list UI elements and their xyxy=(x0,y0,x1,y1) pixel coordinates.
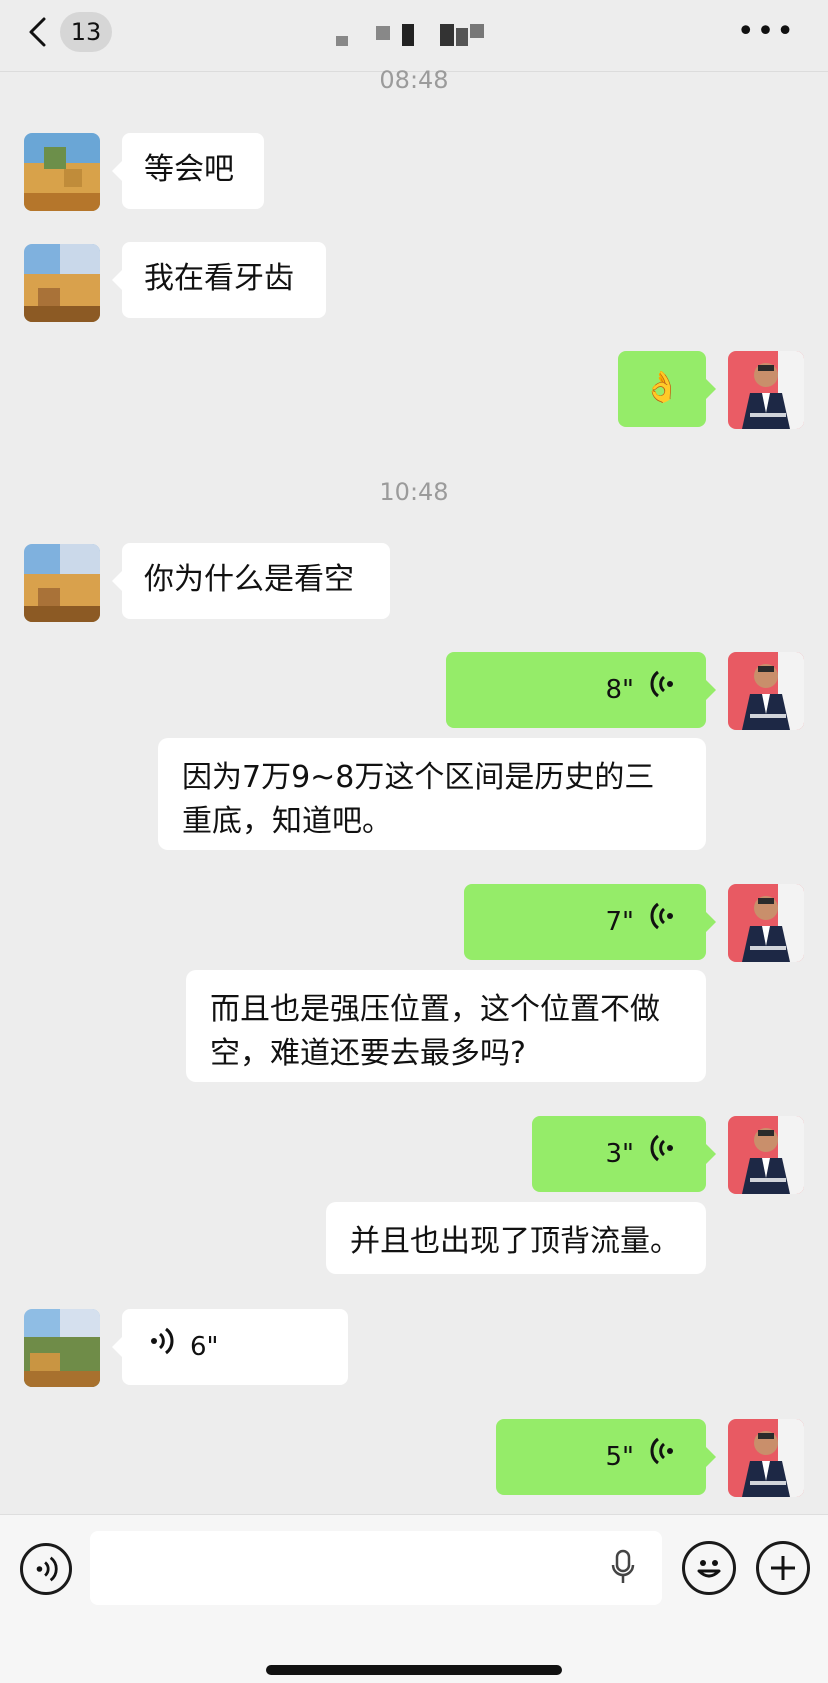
sent-voice-message[interactable]: 7" xyxy=(464,884,716,960)
voice-duration: 8" xyxy=(605,675,634,705)
received-message[interactable]: 我在看牙齿 xyxy=(112,242,326,318)
transcript-text: 因为7万9~8万这个区间是历史的三重底，知道吧。 xyxy=(182,760,655,839)
received-message[interactable]: 你为什么是看空 xyxy=(112,543,390,619)
user-avatar[interactable] xyxy=(728,1116,804,1194)
unread-count-badge[interactable]: 13 xyxy=(60,12,112,52)
plus-icon[interactable] xyxy=(756,1541,810,1595)
received-voice-message[interactable]: 6" xyxy=(112,1309,348,1385)
emoji-icon[interactable] xyxy=(682,1541,736,1595)
user-avatar[interactable] xyxy=(728,884,804,962)
sent-voice-message[interactable]: 8" xyxy=(446,652,716,728)
contact-avatar[interactable] xyxy=(24,244,100,322)
voice-duration: 3" xyxy=(605,1139,634,1169)
input-bar xyxy=(0,1514,828,1683)
received-message[interactable]: 等会吧 xyxy=(112,133,264,209)
voice-mode-icon[interactable] xyxy=(20,1543,72,1595)
voice-transcript: 并且也出现了顶背流量。 xyxy=(326,1202,706,1274)
message-text: 等会吧 xyxy=(144,152,234,187)
voice-wave-icon xyxy=(148,1326,174,1369)
message-text: 你为什么是看空 xyxy=(144,562,354,597)
contact-avatar[interactable] xyxy=(24,133,100,211)
sent-voice-message[interactable]: 5" xyxy=(496,1419,716,1495)
voice-wave-icon xyxy=(650,1436,676,1479)
message-text: 我在看牙齿 xyxy=(144,261,294,296)
user-avatar[interactable] xyxy=(728,351,804,429)
timestamp: 10:48 xyxy=(379,478,449,506)
voice-wave-icon xyxy=(650,901,676,944)
user-avatar[interactable] xyxy=(728,1419,804,1497)
transcript-text: 并且也出现了顶背流量。 xyxy=(350,1224,680,1259)
voice-duration: 5" xyxy=(605,1442,634,1472)
chat-header: 13 ••• xyxy=(0,0,828,72)
voice-wave-icon xyxy=(650,669,676,712)
voice-duration: 6" xyxy=(190,1332,219,1362)
timestamp: 08:48 xyxy=(379,66,449,94)
more-icon[interactable]: ••• xyxy=(737,17,796,47)
ok-hand-emoji: 👌 xyxy=(643,370,681,405)
microphone-icon[interactable] xyxy=(610,1549,636,1591)
message-input[interactable] xyxy=(90,1531,662,1605)
voice-wave-icon xyxy=(650,1133,676,1176)
back-chevron-icon[interactable] xyxy=(24,16,56,48)
voice-duration: 7" xyxy=(605,907,634,937)
transcript-text: 而且也是强压位置，这个位置不做空，难道还要去最多吗? xyxy=(210,992,660,1071)
sent-voice-message[interactable]: 3" xyxy=(532,1116,716,1192)
contact-avatar[interactable] xyxy=(24,1309,100,1387)
home-indicator xyxy=(266,1665,562,1675)
user-avatar[interactable] xyxy=(728,652,804,730)
voice-transcript: 而且也是强压位置，这个位置不做空，难道还要去最多吗? xyxy=(186,970,706,1082)
contact-avatar[interactable] xyxy=(24,544,100,622)
voice-transcript: 因为7万9~8万这个区间是历史的三重底，知道吧。 xyxy=(158,738,706,850)
sent-message[interactable]: 👌 xyxy=(618,351,716,427)
